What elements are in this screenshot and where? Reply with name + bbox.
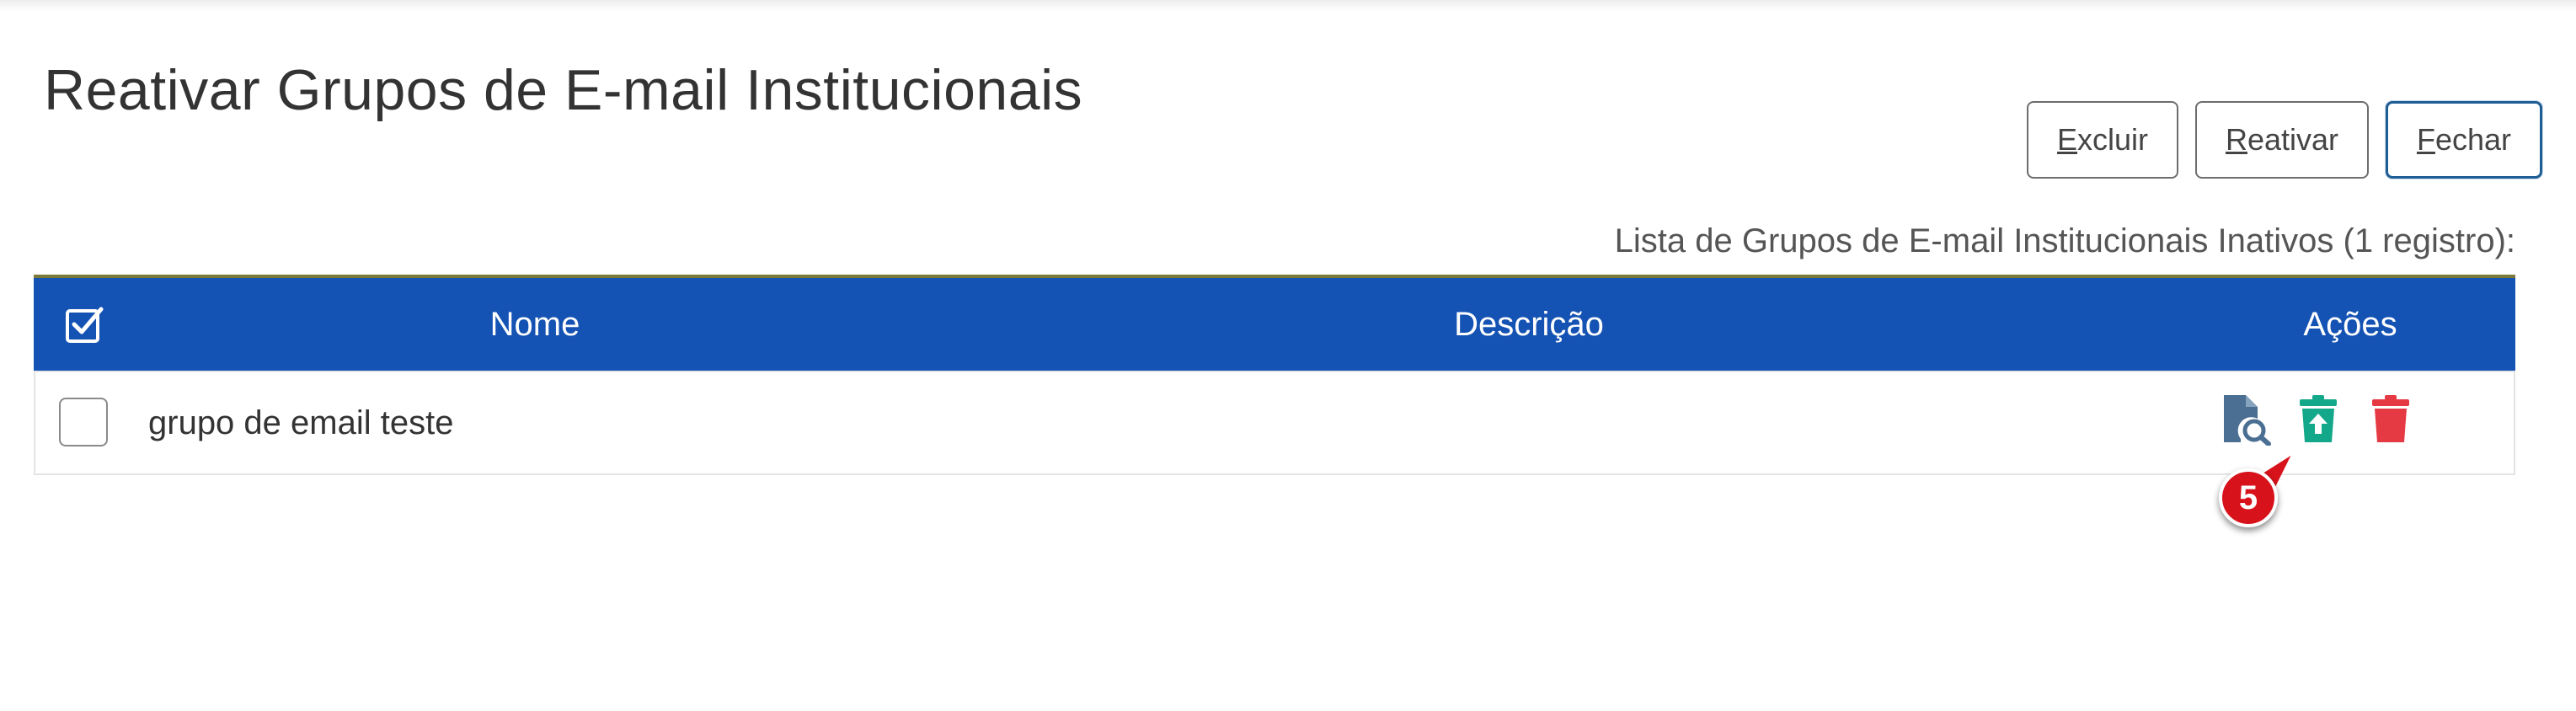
- document-search-icon: [2224, 395, 2271, 446]
- reactivate-action-button[interactable]: [2290, 391, 2347, 448]
- table-caption: Lista de Grupos de E-mail Institucionais…: [1614, 222, 2515, 259]
- fechar-mnemonic: F: [2416, 122, 2435, 157]
- column-header-nome[interactable]: Nome: [396, 278, 674, 371]
- fechar-label: echar: [2434, 122, 2512, 157]
- trash-icon: [2372, 395, 2409, 442]
- row-actions: [2217, 391, 2419, 448]
- table-row: grupo de email teste: [34, 371, 2515, 475]
- excluir-mnemonic: E: [2056, 122, 2077, 157]
- excluir-button[interactable]: Excluir: [2027, 101, 2178, 179]
- toolbar: Excluir Reativar Fechar: [2027, 101, 2542, 179]
- column-header-descricao[interactable]: Descrição: [1280, 278, 1777, 371]
- trash-restore-icon: [2300, 395, 2337, 442]
- reativar-label: eativar: [2247, 122, 2339, 157]
- table-header: Nome Descrição Ações: [34, 278, 2515, 371]
- top-shadow: [0, 0, 2576, 12]
- delete-action-button[interactable]: [2362, 391, 2419, 448]
- view-action-button[interactable]: [2217, 391, 2274, 448]
- column-header-acoes: Ações: [2303, 305, 2397, 343]
- annotation-step-badge: 5: [2219, 468, 2278, 527]
- page-title: Reativar Grupos de E-mail Institucionais: [44, 57, 1083, 122]
- excluir-label: xcluir: [2077, 122, 2149, 157]
- reativar-mnemonic: R: [2225, 122, 2247, 157]
- select-all-checkbox[interactable]: [59, 278, 110, 371]
- table-body: grupo de email teste: [34, 371, 2515, 475]
- checkbox-checked-icon: [66, 307, 104, 343]
- fechar-button[interactable]: Fechar: [2386, 101, 2542, 179]
- cell-nome: grupo de email teste: [148, 404, 454, 441]
- reativar-button[interactable]: Reativar: [2195, 101, 2369, 179]
- groups-table: Nome Descrição Ações grupo de email test…: [34, 275, 2515, 475]
- row-select-checkbox[interactable]: [59, 398, 108, 446]
